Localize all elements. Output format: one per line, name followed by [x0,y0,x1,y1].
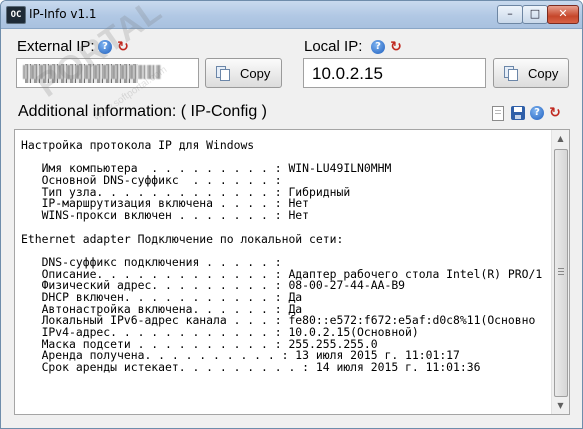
copy-document-icon[interactable] [492,106,504,121]
maximize-button[interactable]: □ [522,5,548,24]
output-lines: Настройка протокола IP для Windows Имя к… [21,140,547,374]
ipconfig-output[interactable]: Настройка протокола IP для Windows Имя к… [14,129,570,415]
minimize-button[interactable]: – [497,5,523,24]
output-line: Ethernet adapter Подключение по локально… [21,231,344,246]
app-icon: OC [6,6,26,24]
external-ip-mask [23,65,161,79]
close-button[interactable]: ✕ [547,5,579,24]
external-ip-copy-label: Copy [240,66,271,81]
output-line: Срок аренды истекает. . . . . . . . . : … [21,360,481,374]
local-ip-copy-button[interactable]: Copy [493,58,569,88]
title-bar[interactable]: OC IP-Info v1.1 – □ ✕ [1,1,582,29]
local-ip-help-icon[interactable]: ? [371,40,385,54]
local-ip-label: Local IP: [304,38,363,55]
additional-info-title: Additional information: ( IP-Config ) [18,103,267,120]
output-line: Настройка протокола IP для Windows [21,140,255,152]
local-ip-refresh-icon[interactable]: ↻ [389,40,403,54]
additional-refresh-icon[interactable]: ↻ [548,106,562,120]
window-title: IP-Info v1.1 [29,7,97,21]
scroll-up-arrow-icon[interactable]: ▲ [552,130,569,147]
save-icon[interactable] [511,106,525,120]
output-line: WINS-прокси включен . . . . . . . : Нет [21,208,310,223]
external-ip-refresh-icon[interactable]: ↻ [116,40,130,54]
external-ip-help-icon[interactable]: ? [98,40,112,54]
scroll-thumb[interactable] [554,149,568,397]
grip-icon [558,268,564,276]
external-ip-label: External IP: [17,38,95,55]
copy-icon [216,66,230,81]
local-ip-copy-label: Copy [528,66,559,81]
scroll-down-arrow-icon[interactable]: ▼ [552,397,569,414]
local-ip-field[interactable]: 10.0.2.15 [303,58,486,88]
local-ip-value: 10.0.2.15 [312,64,383,83]
additional-help-icon[interactable]: ? [530,106,544,120]
ip-info-window: OC IP-Info v1.1 – □ ✕ External IP: ? ↻ ●… [0,0,583,429]
external-ip-copy-button[interactable]: Copy [205,58,282,88]
vertical-scrollbar[interactable]: ▲ ▼ [551,130,569,414]
copy-icon [504,66,518,81]
